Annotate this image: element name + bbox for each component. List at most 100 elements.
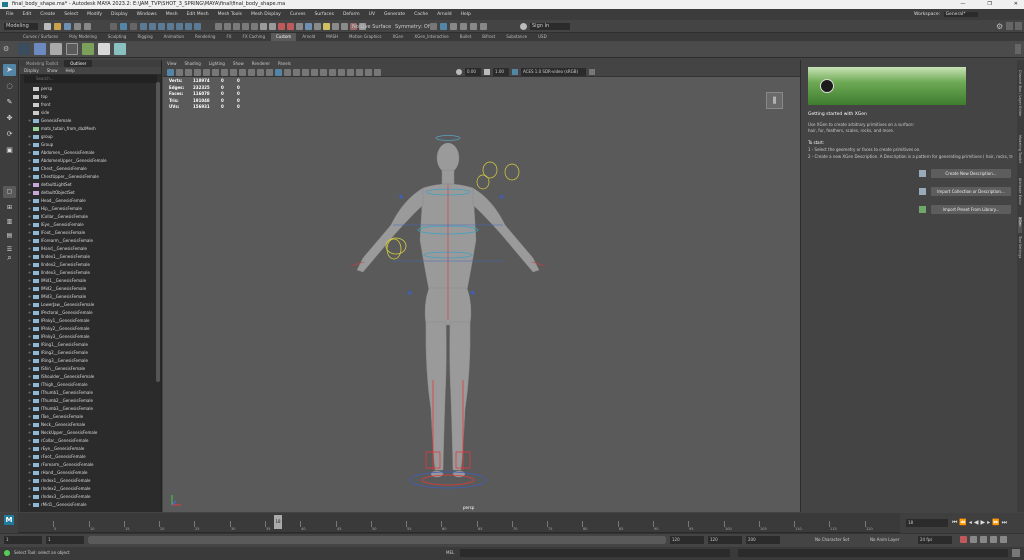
bookmark-icon[interactable]: [185, 69, 192, 76]
outliner-item[interactable]: + lEye__GenesisFemale: [28, 221, 84, 229]
render-frame-icon[interactable]: [278, 23, 285, 30]
save-scene-icon[interactable]: [64, 23, 71, 30]
gamma-field[interactable]: 1.00: [493, 68, 509, 76]
undo-icon[interactable]: [74, 23, 81, 30]
outliner-item[interactable]: + lThumb1__GenesisFemale: [28, 389, 93, 397]
outliner-item[interactable]: + lPinky1__GenesisFemale: [28, 317, 89, 325]
render-settings-icon[interactable]: [296, 23, 303, 30]
color-management-icon[interactable]: [512, 69, 518, 75]
help-line-icon[interactable]: [480, 23, 487, 30]
shelf-tab-animation[interactable]: Animation: [159, 33, 189, 41]
camera-lock-icon[interactable]: [176, 69, 183, 76]
range-end-field[interactable]: 120: [708, 536, 742, 544]
current-frame-field[interactable]: 18: [906, 519, 948, 527]
snap-view-icon[interactable]: [242, 23, 249, 30]
resolution-gate-icon[interactable]: [221, 69, 228, 76]
outliner-item[interactable]: + lShoulder__GenesisFemale: [28, 373, 94, 381]
key-settings-icon[interactable]: [970, 536, 977, 543]
gate-mask-icon[interactable]: [230, 69, 237, 76]
outliner-item[interactable]: + Group: [28, 141, 53, 149]
xray-icon[interactable]: [365, 69, 372, 76]
outliner-item[interactable]: + ChestUpper__GenesisFemale: [28, 173, 99, 181]
shelf-tab-xgen-interactive[interactable]: XGen_Interactive: [409, 33, 453, 41]
timeline-ruler[interactable]: 5 10 15 20 25 30 35 40 45 50 55 60 65 70 75 80 85 90 95 100…: [18, 513, 900, 533]
current-frame-marker[interactable]: 18: [274, 515, 282, 529]
step-forward-frame-icon[interactable]: ▸: [987, 519, 990, 527]
move-tool-icon[interactable]: ✥: [3, 112, 16, 124]
time-slider[interactable]: M 5 10 15 20 25 30 35 40 45 50 55 60 65 70 75 80 85 90 95 1…: [0, 513, 1024, 533]
shelf-tab-fx[interactable]: FX: [221, 33, 236, 41]
wireframe-icon[interactable]: [266, 69, 273, 76]
menu-modify[interactable]: Modify: [87, 12, 102, 17]
menu-curves[interactable]: Curves: [290, 12, 306, 17]
outliner-item[interactable]: + lCollar__GenesisFemale: [28, 213, 88, 221]
outliner-item[interactable]: + lHand__GenesisFemale: [28, 245, 87, 253]
outliner-item[interactable]: + GenesisFemale: [28, 117, 71, 125]
safe-title-icon[interactable]: [257, 69, 264, 76]
mask-surface-icon[interactable]: [158, 23, 165, 30]
outliner-item[interactable]: + lFoot__GenesisFemale: [28, 229, 85, 237]
menu-generate[interactable]: Generate: [384, 12, 405, 17]
outliner-item[interactable]: + rIndex3__GenesisFemale: [28, 493, 91, 501]
range-slider-handle[interactable]: [88, 536, 666, 544]
persp-graph-icon[interactable]: ▤: [3, 230, 16, 242]
symmetry-dropdown[interactable]: Symmetry: Off: [395, 24, 431, 30]
outliner-search-input[interactable]: Search...: [24, 75, 157, 83]
mask-deform-icon[interactable]: [167, 23, 174, 30]
shelf-tab-mash[interactable]: MASH: [321, 33, 343, 41]
outliner-item[interactable]: + lThigh__GenesisFemale: [28, 381, 88, 389]
outliner-item[interactable]: + rIndex2__GenesisFemale: [28, 485, 91, 493]
shadows-icon[interactable]: [311, 69, 318, 76]
hypershade-icon[interactable]: [305, 23, 312, 30]
new-scene-icon[interactable]: [44, 23, 51, 30]
range-slider[interactable]: [88, 536, 666, 544]
outliner-item[interactable]: + lMid2__GenesisFemale: [28, 285, 86, 293]
settings-gear-icon[interactable]: ⚙: [996, 22, 1003, 31]
side-by-side-icon[interactable]: ▥: [3, 216, 16, 228]
colorspace-dropdown[interactable]: ACES 1.0 SDR-video (sRGB): [521, 68, 586, 76]
step-forward-key-icon[interactable]: ⏩: [992, 519, 999, 527]
menu-cache[interactable]: Cache: [414, 12, 428, 17]
fps-dropdown[interactable]: 24 fps: [918, 536, 952, 544]
mask-curve-icon[interactable]: [149, 23, 156, 30]
shelf-tab-motion-graphics[interactable]: Motion Graphics: [344, 33, 387, 41]
attribute-toggle-icon[interactable]: [1015, 22, 1022, 30]
scale-tool-icon[interactable]: ▣: [3, 144, 16, 156]
outliner-item[interactable]: + lRing2__GenesisFemale: [28, 349, 88, 357]
select-hierarchy-icon[interactable]: [110, 23, 117, 30]
sound-icon[interactable]: [1000, 536, 1007, 543]
arnold-render-icon[interactable]: [332, 23, 339, 30]
shelf-tab-poly-modeling[interactable]: Poly Modeling: [64, 33, 102, 41]
depth-of-field-icon[interactable]: [347, 69, 354, 76]
menu-uv[interactable]: UV: [369, 12, 375, 17]
menu-display[interactable]: Display: [111, 12, 128, 17]
field-chart-icon[interactable]: [239, 69, 246, 76]
mask-misc-icon[interactable]: [194, 23, 201, 30]
anti-aliasing-icon[interactable]: [338, 69, 345, 76]
range-inner-start-field[interactable]: 1: [46, 536, 84, 544]
command-language[interactable]: MEL: [446, 550, 454, 556]
paint-select-icon[interactable]: ✎: [3, 96, 16, 108]
shelf-tab-usd[interactable]: USD: [533, 33, 552, 41]
redo-icon[interactable]: [84, 23, 91, 30]
render-view-icon[interactable]: [314, 23, 321, 30]
history-icon[interactable]: [260, 23, 267, 30]
four-view-icon[interactable]: ⊞: [3, 202, 16, 214]
outliner-item[interactable]: + lRing1__GenesisFemale: [28, 341, 88, 349]
snap-curve-icon[interactable]: [224, 23, 231, 30]
tab-attribute-editor[interactable]: Attribute Editor: [1018, 178, 1022, 214]
menu-deform[interactable]: Deform: [343, 12, 360, 17]
select-tool-icon[interactable]: ➤: [3, 64, 16, 76]
shelf-tool-5-icon[interactable]: [82, 43, 94, 55]
outliner-item[interactable]: mats_tutain_from_dazMesh: [28, 125, 96, 133]
shelf-tool-1-icon[interactable]: [18, 43, 30, 55]
auto-key-icon[interactable]: [960, 536, 967, 543]
play-back-icon[interactable]: ◀: [974, 519, 979, 527]
open-scene-icon[interactable]: [54, 23, 61, 30]
tab-channel-box[interactable]: Channel Box / Layer Editor: [1018, 70, 1022, 130]
tab-modeling-toolkit[interactable]: Modeling Toolkit: [20, 60, 64, 67]
safe-action-icon[interactable]: [248, 69, 255, 76]
outliner-item[interactable]: + lPinky2__GenesisFemale: [28, 325, 89, 333]
menu-help[interactable]: Help: [461, 12, 471, 17]
range-end2-field[interactable]: 200: [746, 536, 780, 544]
